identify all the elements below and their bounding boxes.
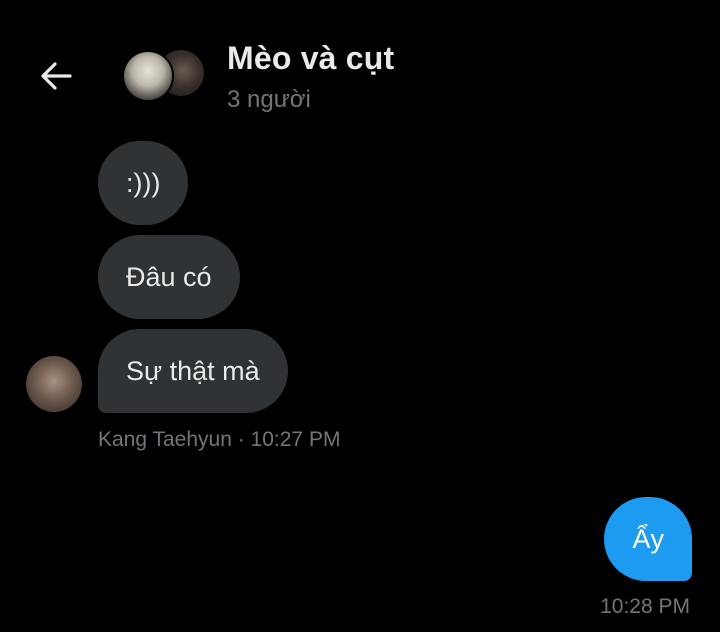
message-bubble-incoming[interactable]: Đâu có — [98, 235, 240, 319]
group-avatar[interactable] — [122, 48, 206, 104]
member-avatar — [122, 50, 174, 102]
arrow-left-icon — [41, 62, 72, 90]
message-meta-incoming: Kang Taehyun · 10:27 PM — [98, 428, 341, 451]
participant-count[interactable]: 3 người — [227, 86, 311, 114]
message-bubble-outgoing[interactable]: Ẩy — [604, 497, 692, 581]
sender-avatar[interactable] — [26, 356, 82, 412]
back-button[interactable] — [36, 58, 76, 94]
message-bubble-incoming[interactable]: Sự thật mà — [98, 329, 288, 413]
conversation-title[interactable]: Mèo và cụt — [227, 40, 394, 77]
message-bubble-incoming[interactable]: :))) — [98, 141, 189, 225]
message-meta-outgoing: 10:28 PM — [600, 595, 690, 618]
